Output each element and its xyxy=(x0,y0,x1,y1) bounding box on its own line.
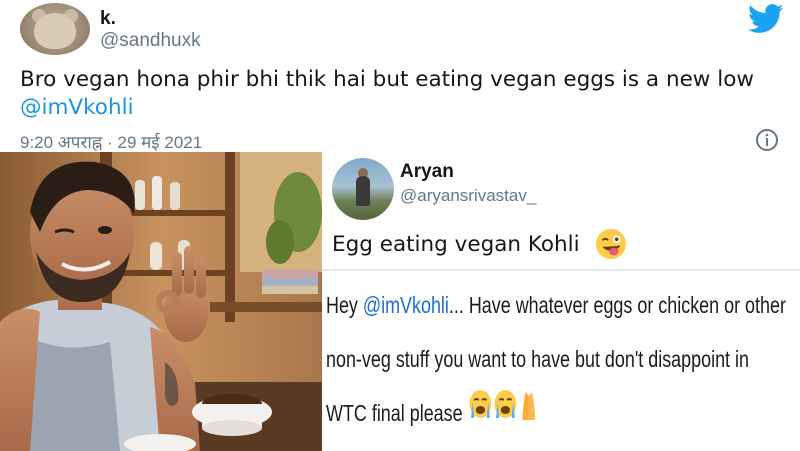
main-tweet: k. @sandhuxk Bro vegan hona phir bhi thi… xyxy=(0,0,800,152)
photo xyxy=(0,152,322,451)
info-icon[interactable] xyxy=(755,128,779,152)
tweet-text: Bro vegan hona phir bhi thik hai but eat… xyxy=(20,66,790,122)
quote-prefix: Hey xyxy=(326,292,363,318)
avatar-figure xyxy=(356,176,370,206)
author-handle[interactable]: @aryansrivastav_ xyxy=(400,186,536,206)
avatar[interactable] xyxy=(332,158,394,220)
mention-link[interactable]: @imVkohli xyxy=(20,95,134,120)
author-name[interactable]: k. xyxy=(100,8,116,30)
quote-line-1: Hey @imVkohli... Have whatever eggs or c… xyxy=(326,278,786,332)
author-name[interactable]: Aryan xyxy=(400,161,454,183)
quote-line-3: WTC final please xyxy=(326,386,694,440)
divider xyxy=(322,269,800,271)
winking-face-with-tongue-icon xyxy=(595,228,627,260)
timestamp[interactable]: 9:20 अपराह्न · 29 मई 2021 xyxy=(20,130,202,153)
author-handle[interactable]: @sandhuxk xyxy=(100,30,201,52)
bear-face xyxy=(34,13,76,49)
reply-text: Egg eating vegan Kohli xyxy=(332,232,580,257)
avatar[interactable] xyxy=(20,3,90,55)
quote-line-2: non-veg stuff you want to have but don't… xyxy=(326,346,749,372)
tweet-body: Bro vegan hona phir bhi thik hai but eat… xyxy=(20,67,754,92)
mention-link[interactable]: @imVkohli xyxy=(363,292,449,318)
crying-emojis-icon xyxy=(469,390,535,421)
quote-line-1-rest: ... Have whatever eggs or chicken or oth… xyxy=(448,292,786,318)
emoji-row xyxy=(468,386,538,443)
quoted-text: Hey @imVkohli... Have whatever eggs or c… xyxy=(326,278,786,440)
photo-illustration xyxy=(0,152,322,451)
quote-line-3-text: WTC final please xyxy=(326,400,463,426)
twitter-bird-icon[interactable] xyxy=(748,4,784,34)
reply-tweet: Aryan @aryansrivastav_ Egg eating vegan … xyxy=(322,152,800,451)
